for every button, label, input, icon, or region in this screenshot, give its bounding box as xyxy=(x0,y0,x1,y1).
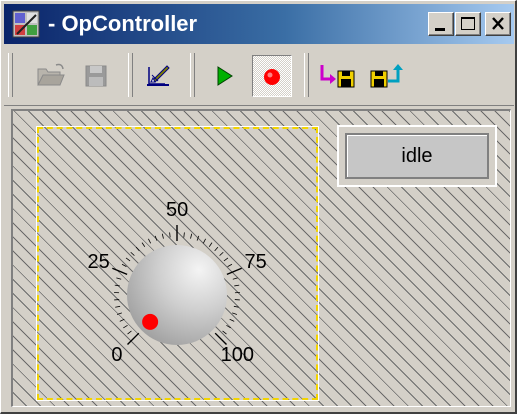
export-disk-arrow-icon xyxy=(370,64,403,88)
minor-tick xyxy=(161,233,164,239)
folder-open-icon xyxy=(37,63,65,86)
minor-tick xyxy=(226,324,231,329)
minor-tick xyxy=(223,257,229,262)
major-tick xyxy=(112,267,128,275)
minor-tick xyxy=(141,242,146,247)
minor-tick xyxy=(121,263,127,268)
minor-tick xyxy=(119,318,125,322)
scale-label-100: 100 xyxy=(220,344,254,367)
maximize-icon xyxy=(461,17,475,30)
window-title: - OpController xyxy=(48,11,198,36)
app-icon[interactable] xyxy=(12,10,40,38)
title-bar[interactable]: - OpController xyxy=(4,4,514,44)
major-tick xyxy=(214,332,227,345)
toolbar-separator xyxy=(304,53,309,97)
major-tick xyxy=(226,267,242,275)
status-panel: idle xyxy=(337,125,497,187)
minor-tick xyxy=(169,232,171,238)
minor-tick xyxy=(232,277,238,280)
minimize-button[interactable] xyxy=(428,12,454,36)
minor-tick xyxy=(196,235,200,241)
minor-tick xyxy=(123,324,128,329)
close-icon xyxy=(492,17,504,30)
minor-tick xyxy=(148,238,152,244)
minor-tick xyxy=(202,238,206,244)
import-arrow-disk-icon xyxy=(320,65,355,88)
export-button[interactable] xyxy=(366,55,406,97)
minor-tick xyxy=(234,284,240,287)
status-display: idle xyxy=(345,133,489,179)
toolbar-grip[interactable] xyxy=(8,53,13,97)
major-tick xyxy=(127,332,140,345)
scale-label-50: 50 xyxy=(166,199,189,221)
knob-dial[interactable] xyxy=(37,127,318,400)
run-button[interactable] xyxy=(204,55,244,97)
minor-tick xyxy=(183,232,185,238)
edit-button[interactable] xyxy=(138,55,178,97)
minor-tick xyxy=(130,251,135,256)
minor-tick xyxy=(229,318,235,322)
client-area: 0 25 50 75 100 idle xyxy=(11,109,511,407)
record-icon xyxy=(264,69,280,85)
scale-label-25: 25 xyxy=(87,251,110,274)
minor-tick xyxy=(227,263,233,268)
knob-control[interactable]: 0 25 50 75 100 xyxy=(36,126,319,401)
minor-tick xyxy=(115,305,121,308)
scale-label-75: 75 xyxy=(244,251,267,274)
minor-tick xyxy=(214,246,219,252)
minor-tick xyxy=(190,233,193,239)
toolbar-separator xyxy=(190,53,195,97)
minimize-icon xyxy=(435,28,445,31)
floppy-save-icon xyxy=(85,65,107,87)
knob-indicator xyxy=(142,313,159,330)
minor-tick xyxy=(116,277,122,280)
minor-tick xyxy=(154,235,158,241)
status-text: idle xyxy=(401,144,433,167)
minor-tick xyxy=(232,312,238,315)
minor-tick xyxy=(127,330,132,335)
import-button[interactable] xyxy=(316,55,356,97)
minor-tick xyxy=(114,284,120,287)
scale-label-0: 0 xyxy=(111,344,123,367)
minor-tick xyxy=(219,251,224,256)
close-button[interactable] xyxy=(485,12,511,36)
minor-tick xyxy=(222,330,227,335)
app-window: - OpController 0 25 50 75 100 idle xyxy=(0,0,517,414)
minor-tick xyxy=(208,242,213,247)
toolbar-separator xyxy=(128,53,133,97)
maximize-button[interactable] xyxy=(455,12,481,36)
toolbar xyxy=(4,47,514,106)
edit-pencil-icon xyxy=(147,65,170,86)
minor-tick xyxy=(125,257,131,262)
knob-body[interactable] xyxy=(127,245,227,345)
record-button[interactable] xyxy=(252,55,292,97)
minor-tick xyxy=(135,246,140,252)
play-icon xyxy=(217,66,233,86)
minor-tick xyxy=(233,305,239,308)
open-button[interactable] xyxy=(30,55,70,97)
minor-tick xyxy=(116,312,122,315)
save-button[interactable] xyxy=(76,55,116,97)
